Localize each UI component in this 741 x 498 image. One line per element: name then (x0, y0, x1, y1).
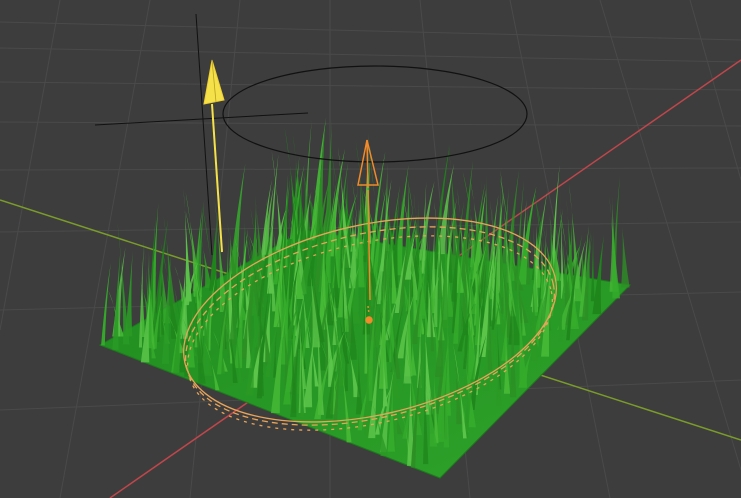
grass-blade (101, 262, 111, 346)
yellow-empty-arrow-icon[interactable] (203, 59, 225, 253)
scene-canvas[interactable] (0, 0, 741, 498)
grass-blade (590, 228, 595, 302)
3d-viewport[interactable] (0, 0, 741, 498)
camera-ring[interactable] (222, 65, 528, 163)
grass-blade (418, 180, 435, 261)
grass-blade (621, 218, 630, 288)
